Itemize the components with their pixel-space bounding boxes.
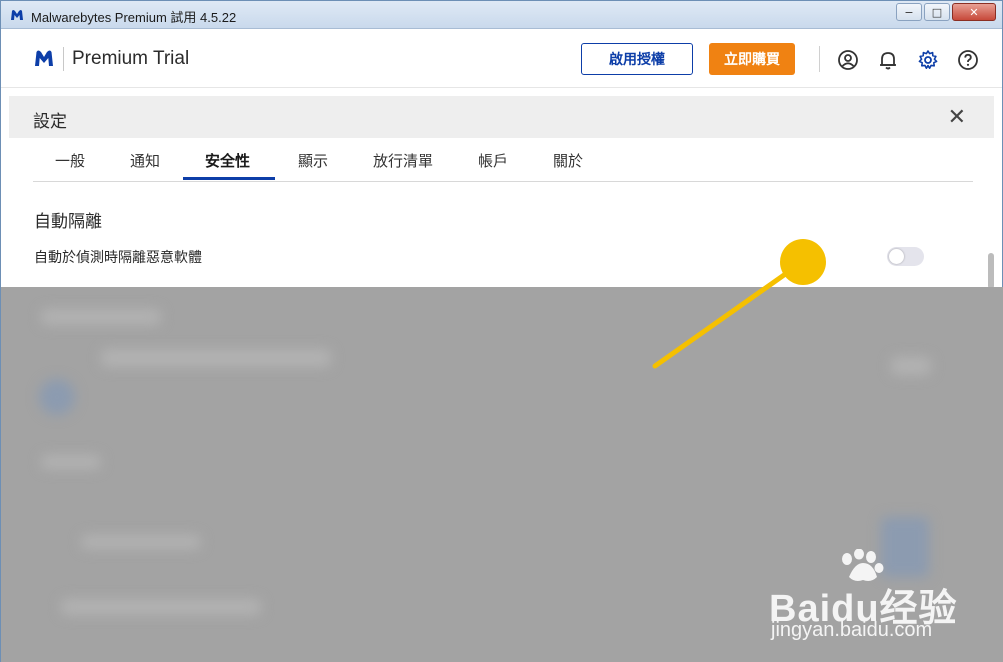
tab-about[interactable]: 關於 — [553, 150, 583, 171]
active-tab-indicator — [183, 177, 275, 180]
blurred-icon — [39, 379, 75, 415]
logo-divider — [63, 47, 64, 71]
buy-now-button[interactable]: 立即購買 — [709, 43, 795, 75]
malwarebytes-app-icon — [11, 10, 23, 20]
blurred-text — [61, 599, 261, 615]
app-window: Malwarebytes Premium 試用 4.5.22 − □ ✕ Pre… — [0, 0, 1003, 662]
tab-notifications[interactable]: 通知 — [130, 150, 160, 171]
malwarebytes-logo-icon — [35, 50, 53, 66]
window-title: Malwarebytes Premium 試用 4.5.22 — [31, 10, 237, 25]
help-icon[interactable] — [957, 49, 979, 71]
tab-allow-list[interactable]: 放行清單 — [373, 150, 433, 171]
baidu-watermark: Baidu经验 jingyan.baidu.com — [769, 549, 959, 649]
gear-icon[interactable] — [917, 49, 939, 71]
scrollbar-thumb[interactable] — [988, 253, 994, 289]
account-icon[interactable] — [837, 49, 859, 71]
maximize-button[interactable]: □ — [924, 3, 950, 21]
blurred-text — [101, 349, 331, 367]
auto-quarantine-label: 自動於偵測時隔離惡意軟體 — [34, 250, 202, 266]
close-window-button[interactable]: ✕ — [952, 3, 996, 21]
blurred-text — [41, 455, 101, 469]
window-controls: − □ ✕ — [896, 3, 996, 21]
tab-account[interactable]: 帳戶 — [478, 150, 508, 171]
blurred-text — [81, 535, 201, 549]
tab-display[interactable]: 顯示 — [298, 150, 328, 171]
title-bar[interactable]: Malwarebytes Premium 試用 4.5.22 − □ ✕ — [1, 1, 1002, 29]
header-divider — [819, 46, 820, 72]
app-header: Premium Trial 啟用授權 立即購買 — [1, 30, 1002, 88]
close-settings-button[interactable]: ✕ — [948, 105, 966, 130]
product-name: Premium Trial — [72, 48, 190, 69]
minimize-button[interactable]: − — [896, 3, 922, 21]
bell-icon[interactable] — [877, 49, 899, 71]
settings-title: 設定 — [33, 112, 67, 132]
settings-tabs: 一般 通知 安全性 顯示 放行清單 帳戶 關於 — [33, 138, 973, 182]
settings-header: 設定 ✕ — [9, 96, 994, 138]
tab-general[interactable]: 一般 — [55, 150, 85, 171]
activate-license-button[interactable]: 啟用授權 — [581, 43, 693, 75]
tab-security[interactable]: 安全性 — [205, 150, 250, 171]
blurred-text — [41, 309, 161, 325]
blurred-toggle — [891, 357, 931, 375]
watermark-url: jingyan.baidu.com — [771, 619, 933, 641]
toggle-knob — [889, 249, 904, 264]
auto-quarantine-toggle[interactable] — [887, 247, 924, 266]
section-title: 自動隔離 — [34, 212, 102, 232]
